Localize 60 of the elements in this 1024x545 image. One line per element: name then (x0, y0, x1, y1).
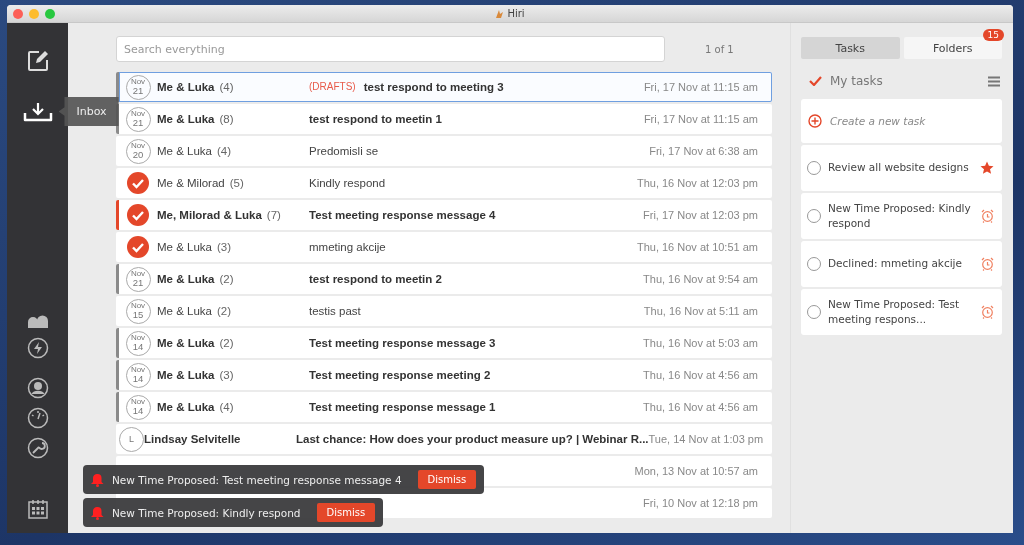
message-count: (4) (217, 145, 232, 157)
message-count: (2) (219, 273, 234, 285)
sender-name: Me & Milorad (157, 177, 225, 189)
message-subject: test respond to meetin 1 (309, 113, 442, 125)
message-subject: mmeting akcije (309, 241, 386, 253)
message-date: Fri, 17 Nov at 11:15 am (643, 113, 759, 125)
message-subject: testis past (309, 305, 361, 317)
sender-name: Lindsay Selvitelle (144, 433, 241, 445)
message-date: Thu, 16 Nov at 5:03 am (643, 337, 759, 349)
message-date: Mon, 13 Nov at 10:57 am (634, 465, 759, 477)
message-subject: Kindly respond (309, 177, 386, 189)
sender-name: Me & Luka (157, 241, 212, 253)
sender-name: Me & Luka (157, 369, 215, 381)
message-date: Fri, 17 Nov at 11:15 am (643, 81, 759, 93)
task-title: New Time Proposed: Kindly respond (828, 200, 972, 231)
message-subject: Test meeting response message 4 (309, 209, 496, 221)
message-subject: Test meeting response message 3 (309, 337, 496, 349)
window-title: Hiri (507, 8, 525, 19)
message-count: (7) (266, 209, 281, 221)
pagination-label: 1 of 1 (705, 43, 734, 55)
sender-name: Me & Luka (157, 305, 212, 317)
count-badge: 15 (982, 29, 1004, 41)
message-subject: Last chance: How does your product measure up? | Webinar R... (296, 433, 649, 445)
sender-name: Me & Luka (157, 337, 215, 349)
message-date: Thu, 16 Nov at 4:56 am (643, 401, 759, 413)
task-title: Declined: mmeting akcije (828, 256, 963, 272)
sender-name: Me & Luka (157, 145, 212, 157)
message-date: Thu, 16 Nov at 5:11 am (643, 305, 759, 317)
message-count: (4) (219, 81, 234, 93)
message-count: (3) (219, 369, 234, 381)
task-title: New Time Proposed: Test meeting respons... (828, 296, 961, 327)
message-subject: Predomisli se (309, 145, 379, 157)
message-count: (2) (217, 305, 232, 317)
message-date: Tue, 14 Nov at 1:03 pm (648, 433, 765, 445)
message-date: Thu, 16 Nov at 9:54 am (643, 273, 759, 285)
message-subject: test respond to meeting 3 (363, 81, 504, 93)
drafts-label: (DRAFTS) (309, 81, 356, 93)
message-count: (3) (217, 241, 232, 253)
message-count: (2) (219, 337, 234, 349)
message-date: Fri, 10 Nov at 12:18 pm (643, 497, 759, 509)
task-title: Review all website designs (828, 160, 970, 176)
tasks-heading: My tasks (830, 74, 884, 88)
sender-name: Me & Luka (157, 401, 215, 413)
message-date: Fri, 17 Nov at 12:03 pm (643, 209, 759, 221)
message-date: Thu, 16 Nov at 10:51 am (636, 241, 759, 253)
message-count: (5) (229, 177, 244, 189)
message-date: Fri, 17 Nov at 6:38 am (649, 145, 759, 157)
message-subject: Test meeting response meeting 2 (309, 369, 491, 381)
message-subject: test respond to meetin 2 (309, 273, 442, 285)
message-count: (4) (219, 401, 234, 413)
sender-name: Me & Luka (157, 273, 215, 285)
message-date: Thu, 16 Nov at 4:56 am (643, 369, 759, 381)
message-date: Thu, 16 Nov at 12:03 pm (636, 177, 759, 189)
message-subject: Test meeting response message 1 (309, 401, 496, 413)
sender-name: Me & Luka (157, 113, 215, 125)
inbox-tooltip: Inbox (58, 97, 119, 126)
notification-text: New Time Proposed: Test meeting response message 4 (112, 473, 402, 486)
message-count: (8) (219, 113, 234, 125)
sender-name: Me, Milorad & Luka (157, 209, 262, 221)
sender-name: Me & Luka (157, 81, 215, 93)
